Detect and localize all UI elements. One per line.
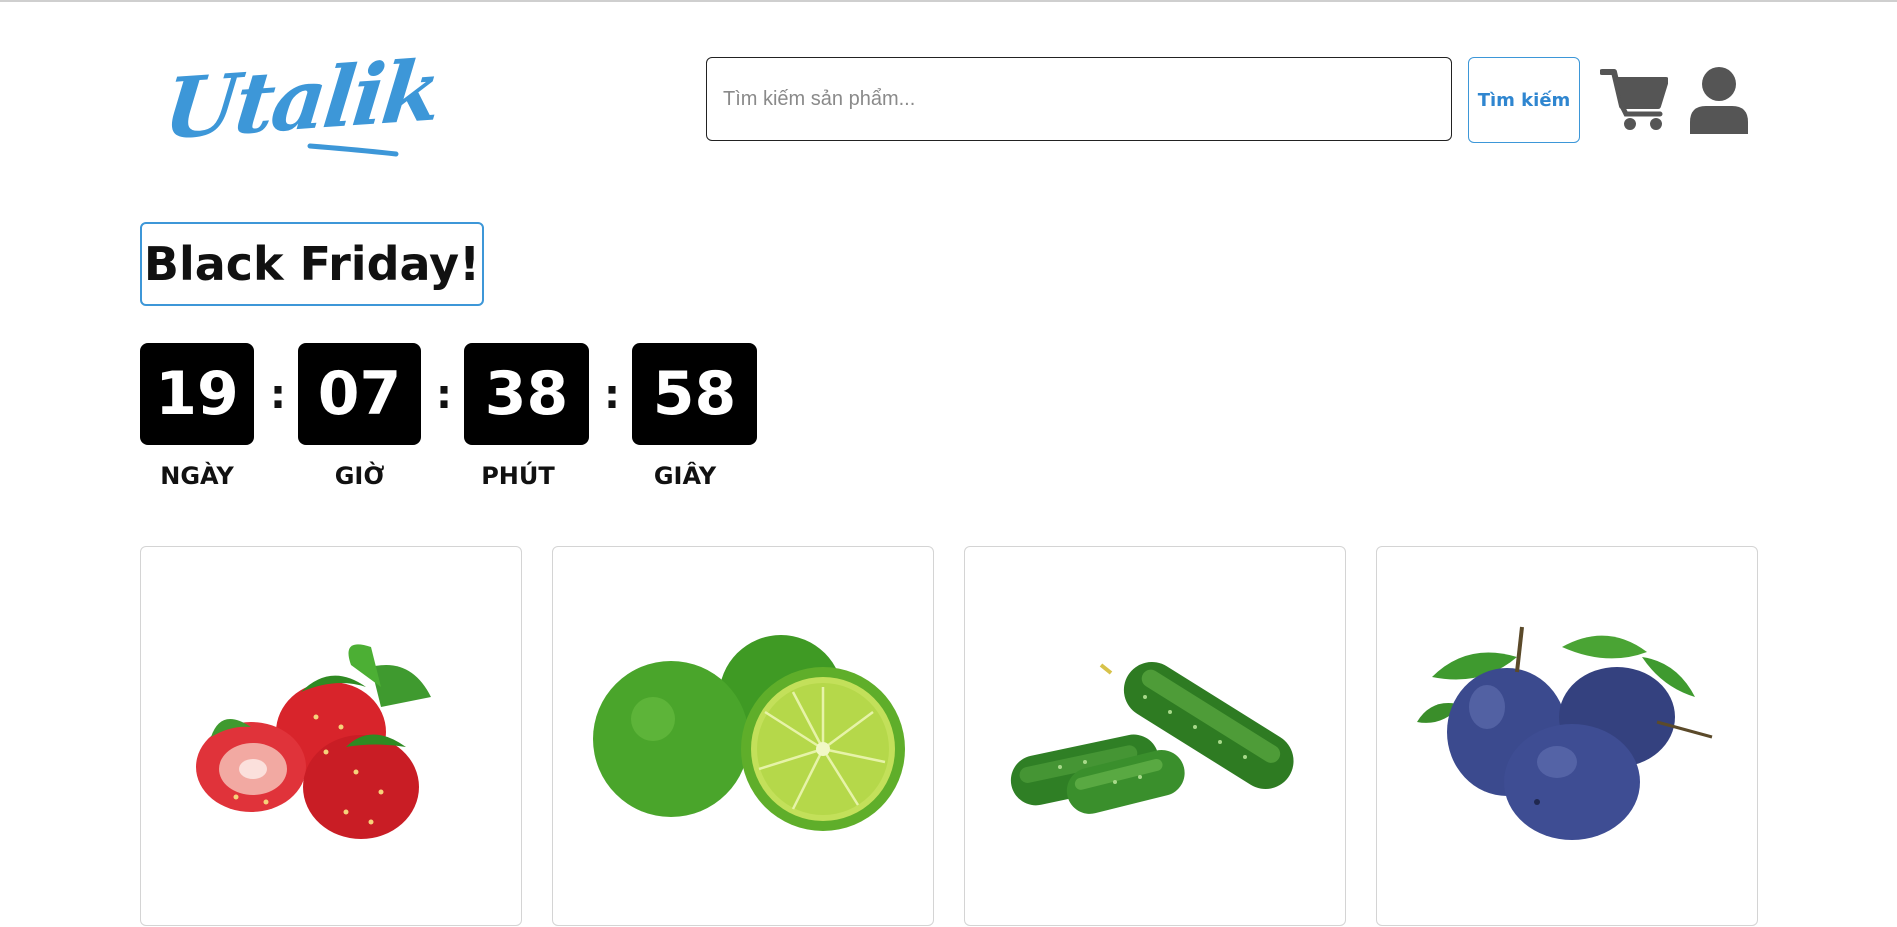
cart-icon (1600, 69, 1668, 130)
countdown-label-seconds: GIÂY (653, 462, 717, 490)
promo-title: Black Friday! (140, 222, 484, 306)
product-card[interactable] (552, 546, 934, 926)
search-input[interactable] (706, 57, 1452, 141)
limes-image (593, 635, 905, 831)
user-icon (1690, 67, 1748, 134)
countdown-separator: : (270, 372, 286, 418)
strawberries-image (196, 644, 431, 839)
countdown-hours: 07 (298, 343, 421, 445)
countdown-label-hours: GIỜ (334, 462, 385, 490)
cart-button[interactable] (1600, 66, 1668, 132)
countdown-days: 19 (140, 343, 254, 445)
countdown-separator: : (604, 372, 620, 418)
logo[interactable]: Utalik (159, 41, 443, 165)
countdown-label-days: NGÀY (160, 462, 234, 490)
top-divider (0, 0, 1897, 2)
countdown-seconds: 58 (632, 343, 757, 445)
countdown-label-minutes: PHÚT (481, 462, 555, 490)
logo-swash-icon (307, 143, 399, 157)
countdown-separator: : (436, 372, 452, 418)
product-card[interactable] (1376, 546, 1758, 926)
product-card[interactable] (964, 546, 1346, 926)
countdown-minutes: 38 (464, 343, 589, 445)
plums-image (1417, 626, 1713, 840)
cucumbers-image (1010, 661, 1294, 814)
user-account-button[interactable] (1688, 66, 1750, 134)
search-button[interactable]: Tìm kiếm (1468, 57, 1580, 143)
product-card[interactable] (140, 546, 522, 926)
